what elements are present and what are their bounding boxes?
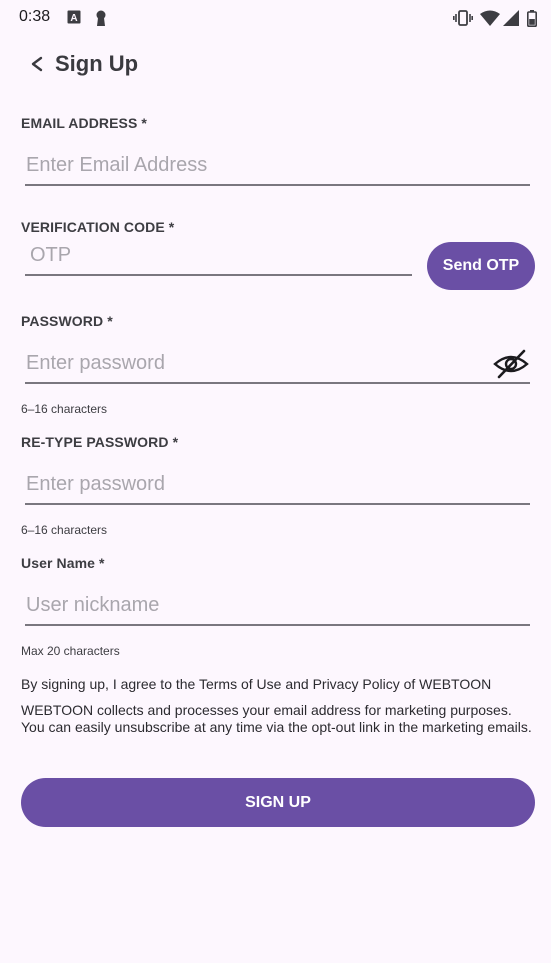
otp-field[interactable] (25, 236, 412, 276)
password-field[interactable] (25, 344, 530, 384)
username-helper: Max 20 characters (21, 644, 120, 658)
username-label: User Name * (21, 555, 105, 571)
marketing-consent-text: WEBTOON collects and processes your emai… (21, 702, 532, 735)
retype-password-field[interactable] (25, 465, 530, 505)
keyhole-icon (96, 10, 106, 26)
chevron-left-icon (31, 56, 43, 72)
email-field[interactable] (25, 146, 530, 186)
vibrate-icon (453, 10, 473, 26)
signal-icon (503, 10, 519, 26)
battery-icon (527, 10, 537, 27)
status-bar: 0:38 A (0, 0, 551, 36)
sign-up-button[interactable]: SIGN UP (21, 778, 535, 827)
send-otp-button[interactable]: Send OTP (427, 242, 535, 290)
password-visibility-toggle[interactable] (493, 348, 529, 380)
username-field[interactable] (25, 586, 530, 626)
email-label: EMAIL ADDRESS * (21, 115, 147, 131)
password-helper: 6–16 characters (21, 402, 108, 416)
verification-code-label: VERIFICATION CODE * (21, 219, 175, 235)
back-button[interactable] (26, 50, 50, 78)
eye-off-icon (493, 349, 529, 379)
page-title: Sign Up (55, 51, 139, 76)
keyboard-a-icon: A (67, 10, 81, 24)
app-bar: Sign Up (0, 40, 551, 88)
terms-agreement-text: By signing up, I agree to the Terms of U… (21, 676, 492, 692)
status-time: 0:38 (19, 8, 51, 25)
retype-password-label: RE-TYPE PASSWORD * (21, 434, 179, 450)
password-label: PASSWORD * (21, 313, 113, 329)
retype-password-helper: 6–16 characters (21, 523, 108, 537)
wifi-icon (480, 10, 500, 26)
svg-text:A: A (70, 13, 77, 24)
